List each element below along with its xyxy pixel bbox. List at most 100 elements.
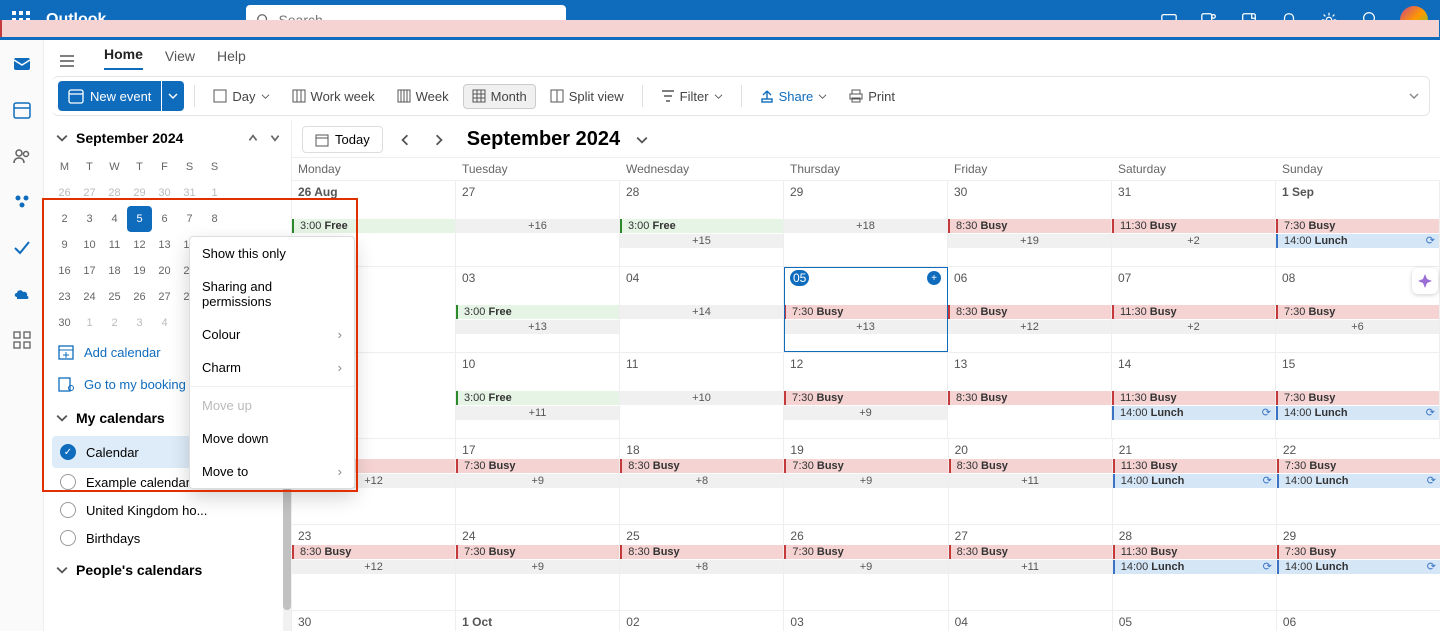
tab-help[interactable]: Help [217,48,246,70]
mail-icon[interactable] [12,54,32,74]
more-events[interactable]: +9 [784,474,947,488]
sidebar-scrollbar[interactable] [283,470,291,631]
more-events[interactable]: +9 [456,474,619,488]
todo-icon[interactable] [12,238,32,258]
ctx-move-down[interactable]: Move down [190,422,354,455]
calendar-event[interactable]: 14:00 Lunch [1112,406,1275,420]
mini-cal-day[interactable]: 9 [52,232,77,258]
calendar-day[interactable]: 06 [1277,611,1440,631]
calendar-day[interactable]: 04+14 [620,267,784,352]
people-icon[interactable] [12,146,32,166]
calendar-day[interactable]: 29+18 [784,181,948,266]
calendar-day[interactable]: 138:30 Busy [948,353,1112,438]
mini-cal-day[interactable]: 8 [202,206,227,232]
chevron-down-icon[interactable] [56,132,68,144]
calendar-event[interactable]: 7:30 Busy [784,459,947,473]
mini-cal-day[interactable]: 16 [52,258,77,284]
calendar-day[interactable]: 03 [784,611,948,631]
calendar-event[interactable]: 8:30 Busy [948,391,1111,405]
calendar-day[interactable]: 247:30 Busy+9 [456,525,620,610]
month-dropdown-icon[interactable] [636,134,648,146]
more-events[interactable]: +16 [456,219,619,233]
calendar-day[interactable]: 227:30 Busy14:00 Lunch [1277,439,1440,524]
today-button[interactable]: Today [302,126,383,153]
more-events[interactable]: +12 [948,320,1111,334]
calendar-event[interactable]: 3:00 Free [620,219,783,233]
calendar-event[interactable]: 8:30 Busy [292,545,455,559]
calendar-event[interactable]: 14:00 Lunch [1276,234,1439,248]
mini-cal-day[interactable]: 7 [177,206,202,232]
calendar-day[interactable]: 127:30 Busy+9 [784,353,948,438]
calendar-event[interactable]: 14:00 Lunch [1113,474,1276,488]
calendar-day[interactable]: 238:30 Busy+12 [292,525,456,610]
calendar-day[interactable]: 0711:30 Busy+2 [1112,267,1276,352]
calendar-event[interactable]: 14:00 Lunch [1276,406,1439,420]
apps-icon[interactable] [12,330,32,350]
calendar-event[interactable]: 7:30 Busy [456,459,619,473]
calendar-event[interactable]: 8:30 Busy [949,545,1112,559]
calendar-event[interactable]: 14:00 Lunch [1113,560,1276,574]
mini-cal-day[interactable]: 10 [77,232,102,258]
calendar-event[interactable]: 11:30 Busy [1112,391,1275,405]
mini-cal-day[interactable]: 19 [127,258,152,284]
calendar-day[interactable]: 3111:30 Busy+2 [1112,181,1276,266]
mini-cal-day[interactable]: 1 [77,310,102,336]
calendar-event[interactable]: 3:00 Free [292,219,455,233]
mini-cal-day[interactable]: 3 [77,206,102,232]
mini-cal-day[interactable]: 5 [127,206,152,232]
calendar-event[interactable]: 7:30 Busy [784,391,947,405]
calendar-event[interactable]: 14:00 Lunch [1277,560,1440,574]
calendar-item[interactable]: Birthdays [52,524,285,552]
view-day-button[interactable]: Day [205,85,277,108]
groups-icon[interactable] [12,192,32,212]
tab-view[interactable]: View [165,48,195,70]
calendar-day[interactable]: 033:00 Free+13 [456,267,620,352]
view-workweek-button[interactable]: Work week [284,85,383,108]
ctx-charm[interactable]: Charm› [190,351,354,384]
calendar-checkbox[interactable] [60,502,76,518]
calendar-day[interactable]: 157:30 Busy14:00 Lunch [1276,353,1440,438]
calendar-day[interactable]: 278:30 Busy+11 [949,525,1113,610]
calendar-event[interactable]: 7:30 Busy [1276,305,1439,319]
more-events[interactable]: +2 [1112,234,1275,248]
calendar-day[interactable]: 297:30 Busy14:00 Lunch [1277,525,1440,610]
calendar-day[interactable]: 27+16 [456,181,620,266]
new-event-dropdown[interactable] [162,81,184,111]
prev-month-icon[interactable] [247,132,259,144]
next-period-icon[interactable] [427,130,451,150]
more-events[interactable]: +11 [949,560,1112,574]
new-event-button[interactable]: New event [58,81,161,111]
quick-add-icon[interactable]: + [927,271,941,285]
prev-period-icon[interactable] [393,130,417,150]
calendar-icon[interactable] [12,100,32,120]
calendar-event[interactable]: 14:00 Lunch [1277,474,1440,488]
calendar-event[interactable]: 11:30 Busy [1113,459,1276,473]
calendar-day[interactable]: 05+7:30 Busy+13 [784,267,948,352]
calendar-day[interactable]: 1 Sep7:30 Busy14:00 Lunch [1276,181,1440,266]
calendar-day[interactable]: 1 Oct [456,611,620,631]
peoples-calendars-section[interactable]: People's calendars [52,552,285,588]
calendar-event[interactable]: 7:30 Busy [1277,545,1440,559]
calendar-day[interactable]: 05 [1113,611,1277,631]
calendar-day[interactable]: 04 [949,611,1113,631]
calendar-event[interactable]: 8:30 Busy [620,459,783,473]
calendar-day[interactable]: 208:30 Busy+11 [949,439,1113,524]
more-events[interactable]: +10 [620,391,783,405]
mini-cal-day[interactable]: 28 [102,180,127,206]
mini-cal-day[interactable]: 30 [52,310,77,336]
calendar-event[interactable]: 7:30 Busy [784,305,947,319]
calendar-event[interactable]: 8:30 Busy [949,459,1112,473]
mini-cal-day[interactable]: 23 [52,284,77,310]
calendar-day[interactable]: 068:30 Busy+12 [948,267,1112,352]
view-split-button[interactable]: Split view [542,85,632,108]
calendar-day[interactable]: 2811:30 Busy14:00 Lunch [1113,525,1277,610]
mini-cal-day[interactable]: 27 [152,284,177,310]
calendar-day[interactable]: 197:30 Busy+9 [784,439,948,524]
calendar-day[interactable]: 1411:30 Busy14:00 Lunch [1112,353,1276,438]
next-month-icon[interactable] [269,132,281,144]
tab-home[interactable]: Home [104,46,143,70]
mini-cal-day[interactable]: 13 [152,232,177,258]
ribbon-collapse-icon[interactable] [1405,87,1423,105]
mini-cal-day[interactable]: 11 [102,232,127,258]
mini-cal-day[interactable]: 27 [77,180,102,206]
